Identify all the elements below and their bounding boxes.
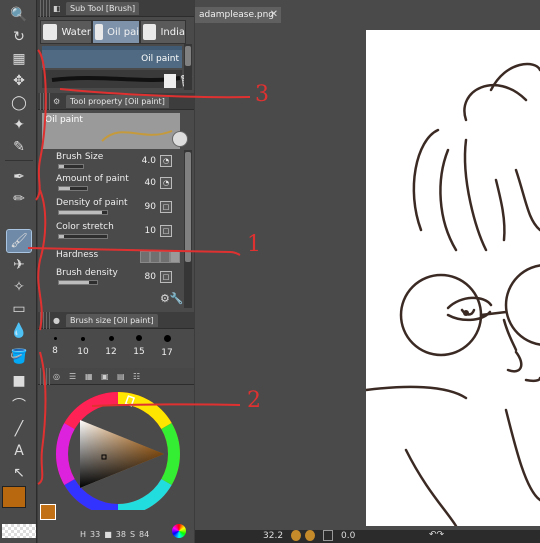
app-window: 🔍 ↻ ▦ ✥ ◯ ✦ ✎ ✒ ✏ 🖌 ✈ ✧ ▭ 💧 🪣 ■ ⌒ ╱ A ↖ … xyxy=(0,0,540,543)
annotation-3: 3 xyxy=(255,82,269,107)
annotation-1: 1 xyxy=(247,232,261,257)
annotation-layer xyxy=(27,49,251,485)
annotation-2: 2 xyxy=(247,388,261,413)
